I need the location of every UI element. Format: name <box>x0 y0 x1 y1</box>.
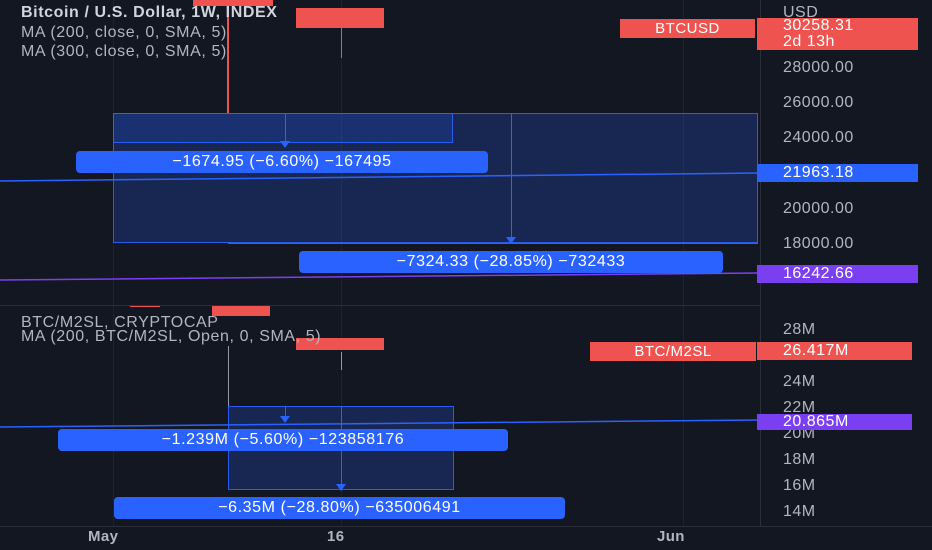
last-price-value: 30258.31 <box>783 17 854 34</box>
ratio-tick: 16M <box>783 477 816 494</box>
price-pane[interactable]: Bitcoin / U.S. Dollar, 1W, INDEX MA (200… <box>0 0 760 305</box>
ma-200-line <box>0 419 760 428</box>
ratio-tick: 18M <box>783 451 816 468</box>
last-price-badge[interactable]: 30258.31 2d 13h <box>757 18 918 50</box>
ratio-tick: 14M <box>783 503 816 520</box>
weekly-candle[interactable] <box>296 8 384 28</box>
price-legend-title[interactable]: Bitcoin / U.S. Dollar, 1W, INDEX <box>21 4 278 22</box>
candle-wick <box>228 346 229 406</box>
price-tick: 26000.00 <box>783 94 854 111</box>
time-label-jun: Jun <box>657 528 685 545</box>
ma-300-line <box>0 272 760 281</box>
ratio-pane[interactable]: BTC/M2SL, CRYPTOCAP MA (200, BTC/M2SL, O… <box>0 306 760 526</box>
ma-200-line <box>0 172 760 182</box>
price-tick: 28000.00 <box>783 59 854 76</box>
ratio-ma-legend[interactable]: MA (200, BTC/M2SL, Open, 0, SMA, 5) <box>21 328 321 346</box>
measure-label[interactable]: −7324.33 (−28.85%) −732433 <box>299 251 723 273</box>
measure-label[interactable]: −1674.95 (−6.60%) −167495 <box>76 151 488 173</box>
price-tick: 18000.00 <box>783 235 854 252</box>
time-label-may: May <box>88 528 119 545</box>
ma-300-price-badge[interactable]: 16242.66 <box>757 265 918 283</box>
price-tick: 24000.00 <box>783 129 854 146</box>
price-tick: 20000.00 <box>783 200 854 217</box>
ma-200-legend[interactable]: MA (200, close, 0, SMA, 5) <box>21 24 227 42</box>
chart-workspace[interactable]: Bitcoin / U.S. Dollar, 1W, INDEX MA (200… <box>0 0 932 550</box>
ratio-candle[interactable] <box>212 306 270 316</box>
ma-300-legend[interactable]: MA (300, close, 0, SMA, 5) <box>21 43 227 61</box>
candle-wick <box>341 22 342 58</box>
symbol-badge[interactable]: BTC/M2SL <box>590 342 756 361</box>
last-value-badge[interactable]: 26.417M <box>757 342 912 360</box>
time-label-16: 16 <box>327 528 345 545</box>
time-axis-border <box>0 526 932 527</box>
bar-countdown: 2d 13h <box>783 33 835 50</box>
price-scale[interactable] <box>760 0 932 526</box>
ratio-tick: 24M <box>783 373 816 390</box>
measure-label[interactable]: −6.35M (−28.80%) −635006491 <box>114 497 565 519</box>
ratio-tick: 28M <box>783 321 816 338</box>
ma-200-price-badge[interactable]: 21963.18 <box>757 164 918 182</box>
measure-label[interactable]: −1.239M (−5.60%) −123858176 <box>58 429 508 451</box>
ma-value-badge[interactable]: 20.865M <box>757 414 912 430</box>
candle-wick <box>341 352 342 370</box>
price-scale-border <box>760 0 761 526</box>
symbol-badge[interactable]: BTCUSD <box>620 19 755 38</box>
candle-body <box>130 306 160 307</box>
